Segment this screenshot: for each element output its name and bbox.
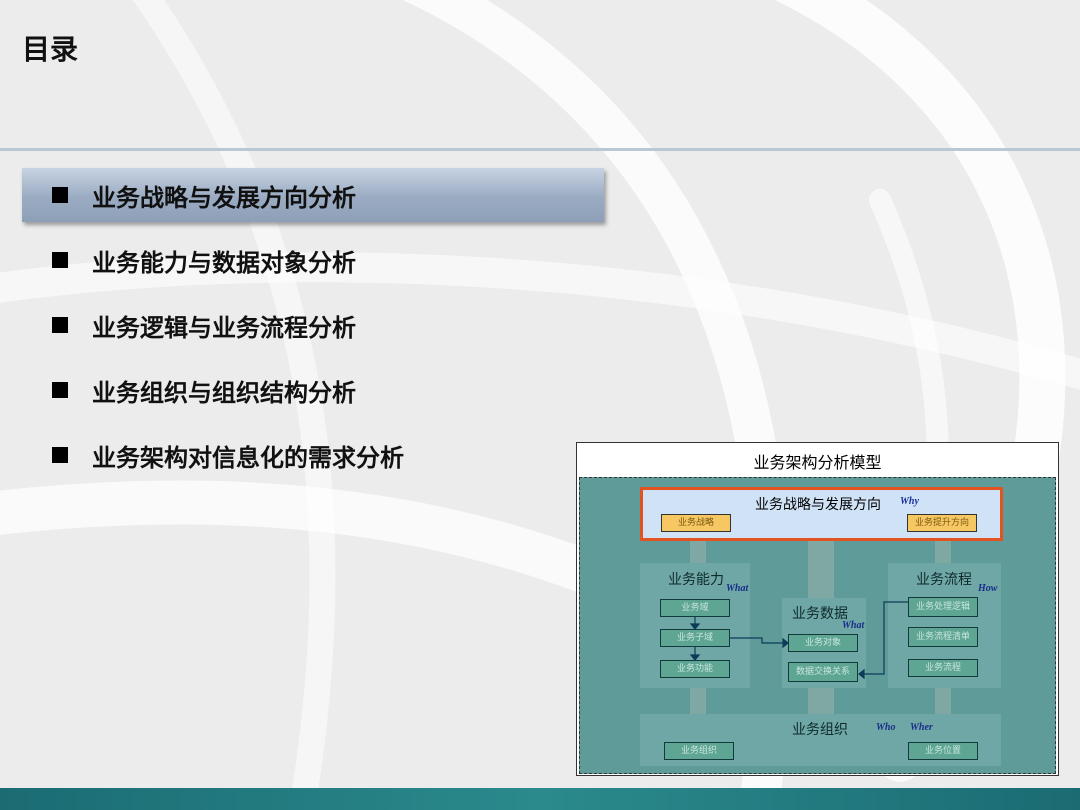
square-bullet-icon	[52, 447, 68, 463]
square-bullet-icon	[52, 317, 68, 333]
menu-item-label: 业务组织与组织结构分析	[92, 378, 356, 407]
menu-item-organization[interactable]: 业务组织与组织结构分析	[22, 363, 604, 417]
title-divider	[0, 148, 1080, 151]
footer-bar	[0, 788, 1080, 810]
square-bullet-icon	[52, 252, 68, 268]
slide-title: 目录	[22, 33, 79, 66]
model-canvas: 业务战略与发展方向 Why 业务战略 业务提升方向 业务能力 What 业务域 …	[579, 477, 1056, 774]
menu-item-label: 业务逻辑与业务流程分析	[92, 313, 356, 342]
menu-item-strategy[interactable]: 业务战略与发展方向分析	[22, 168, 604, 222]
menu-item-requirements[interactable]: 业务架构对信息化的需求分析	[22, 428, 604, 482]
menu-item-label: 业务战略与发展方向分析	[92, 183, 356, 212]
architecture-model-diagram: 业务架构分析模型 业务战略与发展方向 Why 业务战略 业务提升方向 业务能力 …	[576, 442, 1059, 776]
square-bullet-icon	[52, 382, 68, 398]
model-title: 业务架构分析模型	[753, 453, 882, 472]
diagram-connectors	[689, 601, 908, 680]
contents-menu: 业务战略与发展方向分析 业务能力与数据对象分析 业务逻辑与业务流程分析 业务组织…	[22, 168, 604, 493]
square-bullet-icon	[52, 187, 68, 203]
menu-item-logic[interactable]: 业务逻辑与业务流程分析	[22, 298, 604, 352]
menu-item-label: 业务能力与数据对象分析	[92, 248, 356, 277]
menu-item-label: 业务架构对信息化的需求分析	[92, 443, 404, 472]
menu-item-capability[interactable]: 业务能力与数据对象分析	[22, 233, 604, 287]
